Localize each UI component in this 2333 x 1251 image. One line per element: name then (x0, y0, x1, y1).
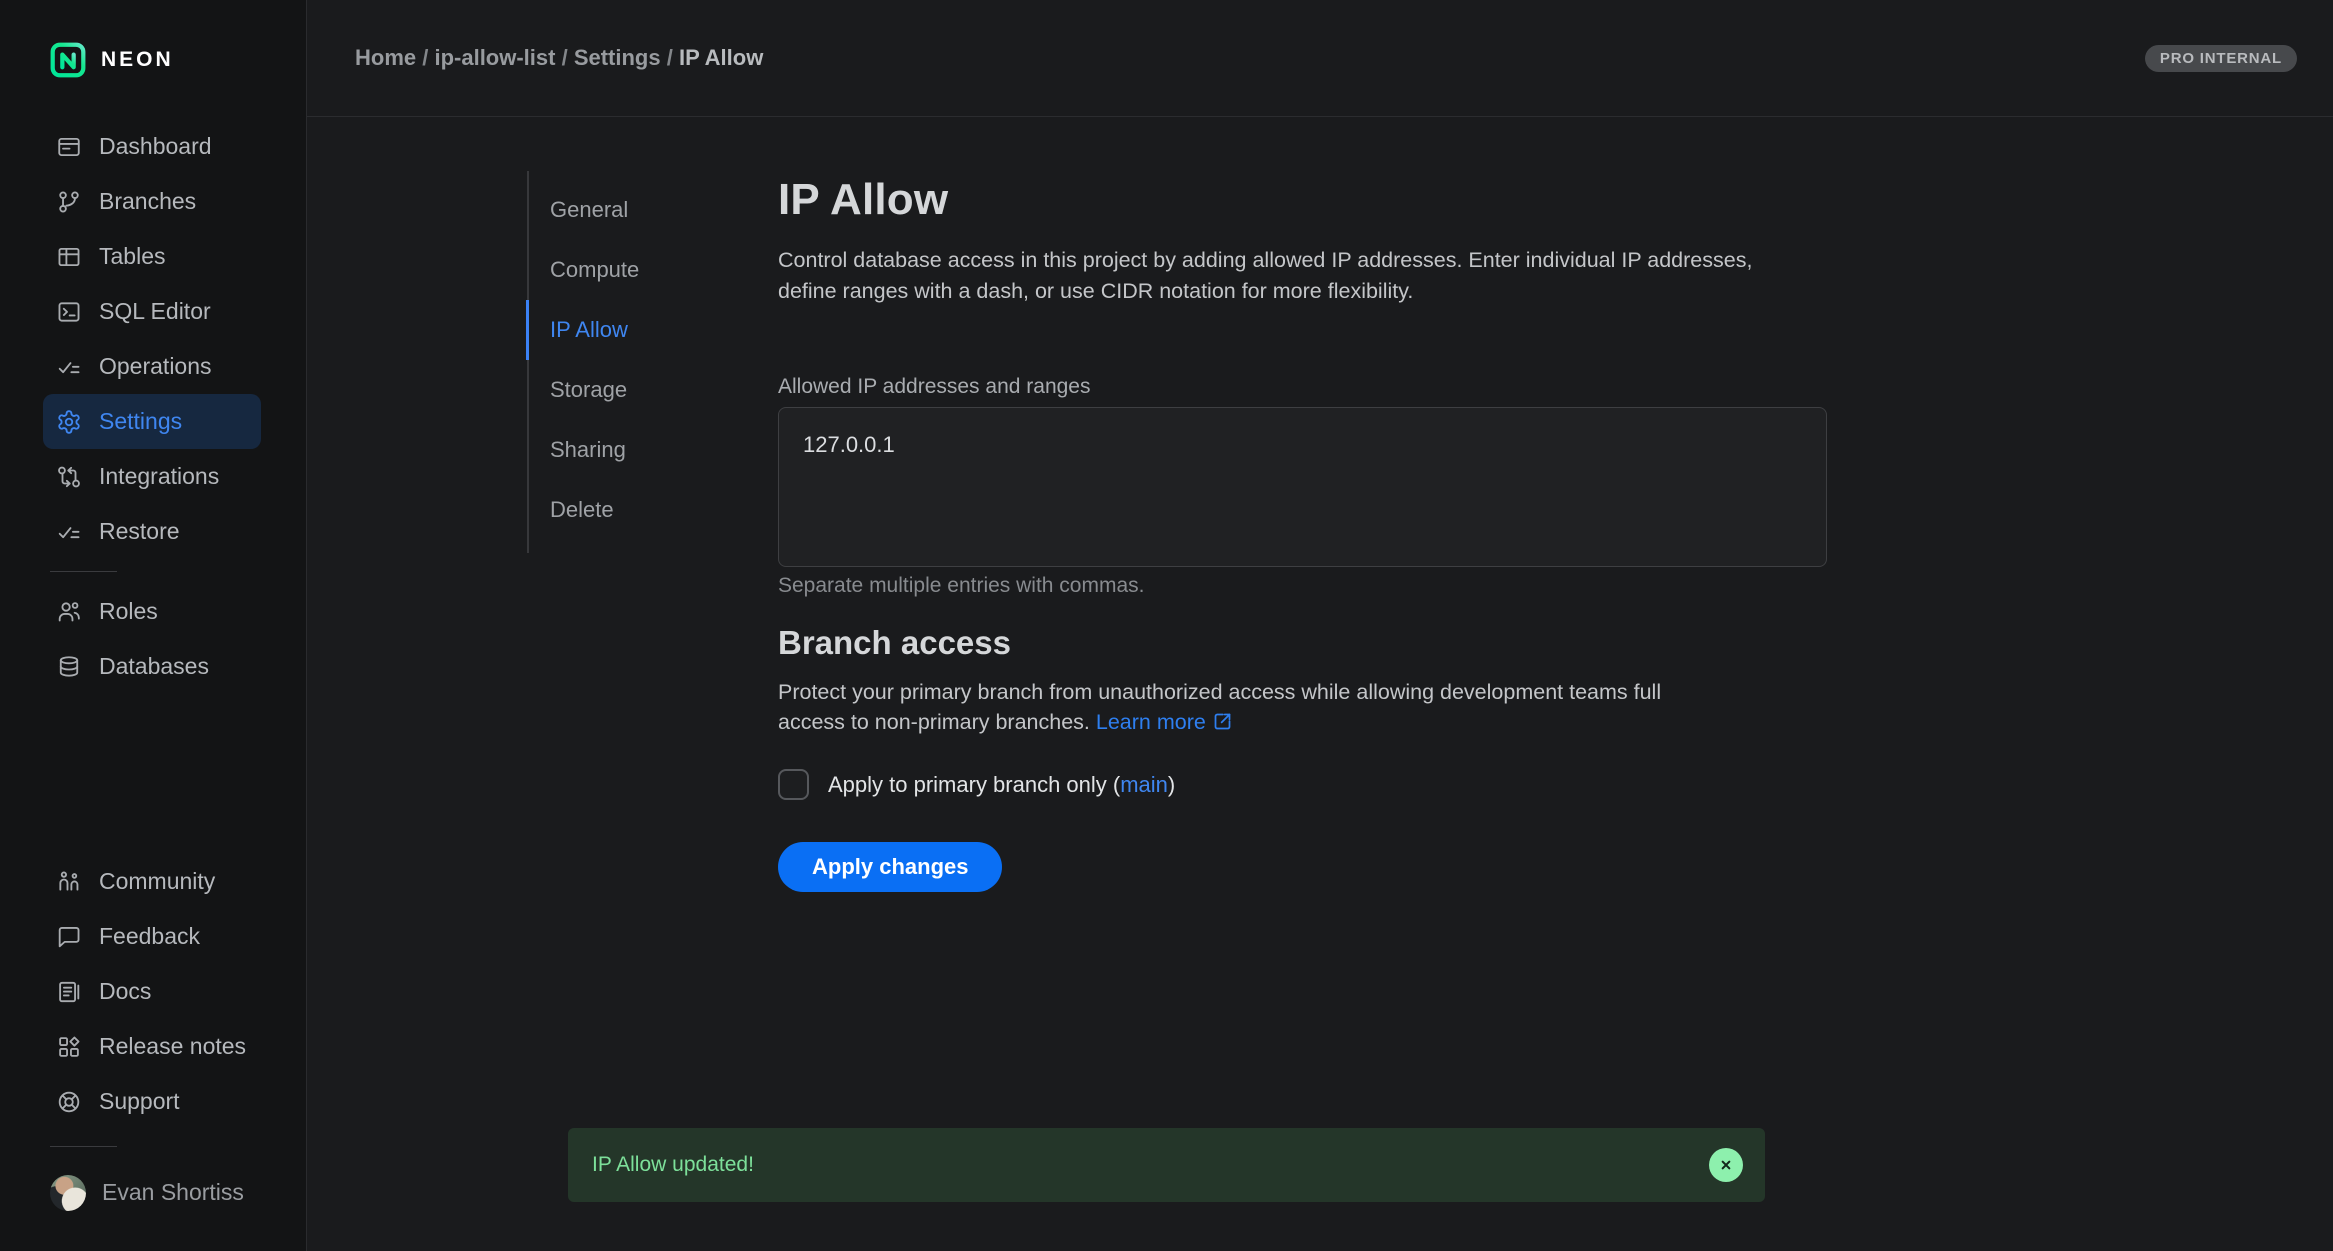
primary-branch-label: Apply to primary branch only (main) (828, 772, 1175, 798)
list-check-icon (56, 519, 82, 545)
primary-branch-row: Apply to primary branch only (main) (778, 769, 1827, 800)
shapes-icon (56, 1034, 82, 1060)
avatar[interactable] (50, 1175, 86, 1211)
settings-nav-storage[interactable]: Storage (526, 360, 778, 420)
breadcrumb-item-ip-allow-list[interactable]: ip-allow-list (434, 45, 555, 70)
sidebar-item-label: Dashboard (99, 133, 212, 160)
gear-icon (56, 409, 82, 435)
ip-field-label: Allowed IP addresses and ranges (778, 375, 1827, 399)
branch-access-description: Protect your primary branch from unautho… (778, 677, 1723, 737)
docs-icon (56, 979, 82, 1005)
learn-more-label: Learn more (1096, 710, 1206, 734)
breadcrumb-separator: / (661, 45, 679, 70)
sidebar-item-docs[interactable]: Docs (43, 964, 261, 1019)
sidebar-item-sql-editor[interactable]: SQL Editor (43, 284, 261, 339)
sidebar-item-label: Release notes (99, 1033, 246, 1060)
sidebar-item-label: Restore (99, 518, 180, 545)
git-compare-icon (56, 464, 82, 490)
plan-badge: PRO INTERNAL (2145, 45, 2297, 72)
sidebar-primary-nav: Dashboard Branches Tables SQL Editor Operati… (0, 119, 306, 559)
sidebar-item-label: Branches (99, 188, 196, 215)
breadcrumb-item-ip-allow[interactable]: IP Allow (679, 45, 763, 70)
sidebar-item-label: Integrations (99, 463, 219, 490)
breadcrumb: Home / ip-allow-list / Settings / IP All… (355, 45, 763, 71)
terminal-icon (56, 299, 82, 325)
user-menu[interactable]: Evan Shortiss (43, 1165, 306, 1220)
sidebar-item-label: Docs (99, 978, 151, 1005)
learn-more-link[interactable]: Learn more (1096, 710, 1233, 734)
branch-access-title: Branch access (778, 624, 1827, 662)
branch-name-link[interactable]: main (1120, 772, 1168, 797)
sidebar-item-operations[interactable]: Operations (43, 339, 261, 394)
breadcrumb-separator: / (555, 45, 573, 70)
sidebar-item-feedback[interactable]: Feedback (43, 909, 261, 964)
sidebar-item-release-notes[interactable]: Release notes (43, 1019, 261, 1074)
sidebar-item-branches[interactable]: Branches (43, 174, 261, 229)
sidebar-item-support[interactable]: Support (43, 1074, 261, 1129)
sidebar-secondary-nav: Roles Databases (0, 584, 306, 694)
sidebar-item-roles[interactable]: Roles (43, 584, 261, 639)
page-title: IP Allow (778, 175, 1827, 225)
sidebar-item-community[interactable]: Community (43, 854, 261, 909)
sidebar-item-label: Feedback (99, 923, 200, 950)
checkbox-label-suffix: ) (1168, 772, 1175, 797)
list-check-icon (56, 354, 82, 380)
brand-logo[interactable]: NEON (50, 42, 306, 78)
sidebar-item-tables[interactable]: Tables (43, 229, 261, 284)
database-icon (56, 654, 82, 680)
sidebar-item-label: Roles (99, 598, 158, 625)
page-description: Control database access in this project … (778, 245, 1770, 307)
git-branch-icon (56, 189, 82, 215)
toast-close-button[interactable] (1709, 1148, 1743, 1182)
dashboard-icon (56, 134, 82, 160)
main-area: Home / ip-allow-list / Settings / IP All… (307, 0, 2333, 1251)
sidebar-item-label: Tables (99, 243, 165, 270)
checkbox-label-prefix: Apply to primary branch only ( (828, 772, 1120, 797)
settings-nav-delete[interactable]: Delete (526, 480, 778, 540)
ip-addresses-textarea[interactable]: 127.0.0.1 (778, 407, 1827, 567)
toast-message: IP Allow updated! (592, 1153, 754, 1177)
sidebar-footer: Community Feedback Docs Release notes Suppor… (0, 854, 306, 1251)
settings-nav-sharing[interactable]: Sharing (526, 420, 778, 480)
sidebar-divider (50, 571, 117, 572)
users-icon (56, 599, 82, 625)
sidebar-item-label: SQL Editor (99, 298, 211, 325)
ip-field-helper: Separate multiple entries with commas. (778, 574, 1827, 598)
breadcrumb-item-home[interactable]: Home (355, 45, 416, 70)
external-link-icon (1212, 711, 1233, 732)
breadcrumb-separator: / (416, 45, 434, 70)
sidebar-item-label: Operations (99, 353, 212, 380)
topbar: Home / ip-allow-list / Settings / IP All… (307, 0, 2333, 117)
sidebar-item-integrations[interactable]: Integrations (43, 449, 261, 504)
breadcrumb-item-settings[interactable]: Settings (574, 45, 661, 70)
toast-notification: IP Allow updated! (568, 1128, 1765, 1202)
sidebar-item-label: Community (99, 868, 215, 895)
sidebar-item-restore[interactable]: Restore (43, 504, 261, 559)
settings-nav-compute[interactable]: Compute (526, 240, 778, 300)
neon-logo-icon (50, 42, 86, 78)
sidebar-item-dashboard[interactable]: Dashboard (43, 119, 261, 174)
settings-panel: IP Allow Control database access in this… (778, 117, 1827, 1251)
close-icon (1717, 1156, 1735, 1174)
user-name: Evan Shortiss (102, 1179, 244, 1206)
sidebar-divider (50, 1146, 117, 1147)
content: GeneralComputeIP AllowStorageSharingDele… (307, 117, 2333, 1251)
apply-changes-button[interactable]: Apply changes (778, 842, 1002, 892)
sidebar-item-label: Databases (99, 653, 209, 680)
settings-nav-general[interactable]: General (526, 180, 778, 240)
table-icon (56, 244, 82, 270)
sidebar-item-databases[interactable]: Databases (43, 639, 261, 694)
settings-nav-ip-allow[interactable]: IP Allow (526, 300, 778, 360)
sidebar-footer-nav: Community Feedback Docs Release notes Suppor… (0, 854, 306, 1129)
message-icon (56, 924, 82, 950)
primary-branch-checkbox[interactable] (778, 769, 809, 800)
life-buoy-icon (56, 1089, 82, 1115)
sidebar-item-label: Settings (99, 408, 182, 435)
sidebar: NEON Dashboard Branches Tables SQL Editor Op… (0, 0, 307, 1251)
sidebar-item-label: Support (99, 1088, 180, 1115)
settings-nav: GeneralComputeIP AllowStorageSharingDele… (527, 171, 778, 553)
brand-name: NEON (101, 48, 174, 72)
sidebar-item-settings[interactable]: Settings (43, 394, 261, 449)
community-icon (56, 869, 82, 895)
